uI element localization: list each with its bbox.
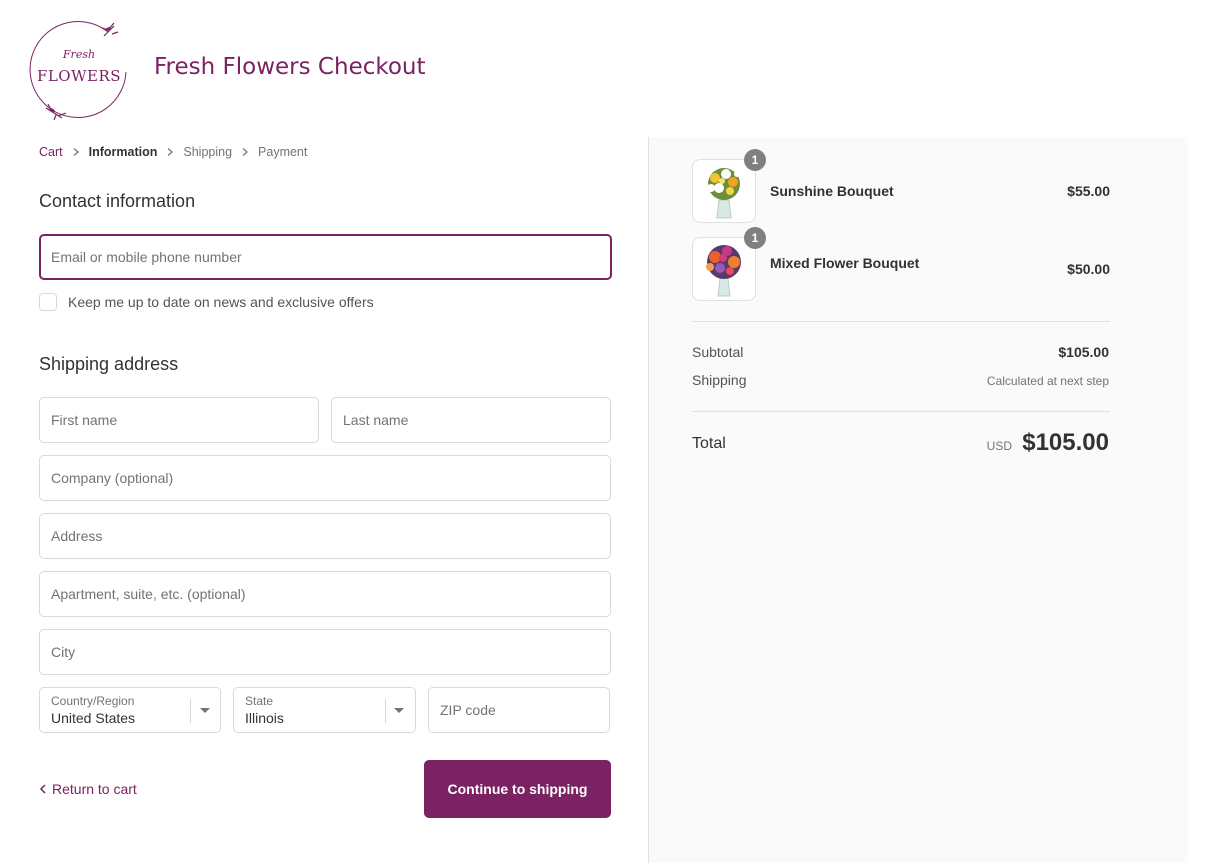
country-value: United States [51,710,136,726]
city-input[interactable] [51,630,610,674]
logo-top-text: Fresh [62,48,96,61]
breadcrumb-shipping: Shipping [183,145,233,159]
subtotal-value: $105.00 [1058,344,1109,360]
total-label: Total [692,435,726,452]
sunshine-bouquet-image [707,168,740,219]
first-name-input[interactable] [51,398,318,442]
state-value: Illinois [245,710,284,726]
breadcrumb-payment: Payment [258,145,308,159]
chevron-left-icon [39,784,46,794]
select-divider [385,699,386,723]
state-select[interactable]: State Illinois [233,687,416,733]
shipping-value: Calculated at next step [986,374,1109,388]
quantity-badge: 1 [744,149,766,171]
store-logo[interactable]: Fresh FLOWERS [28,20,132,124]
breadcrumb-cart[interactable]: Cart [39,145,63,159]
product-thumbnail: 1 [692,149,766,223]
contact-section-title: Contact information [39,191,196,211]
chevron-right-icon [166,148,174,156]
product-thumbnail: 1 [692,227,766,301]
newsletter-checkbox[interactable] [39,293,57,311]
first-name-field[interactable] [39,397,319,443]
summary-divider [692,321,1110,322]
return-to-cart-link[interactable]: Return to cart [39,781,137,797]
chevron-right-icon [72,148,80,156]
total-value: $105.00 [1022,429,1109,456]
breadcrumb-information: Information [88,145,158,159]
company-field[interactable] [39,455,611,501]
quantity-badge: 1 [744,227,766,249]
select-divider [190,699,191,723]
item-name: Sunshine Bouquet [770,183,894,199]
address-field[interactable] [39,513,611,559]
zip-field[interactable] [428,687,610,733]
chevron-down-icon [394,708,404,713]
country-label: Country/Region [51,694,135,708]
last-name-field[interactable] [331,397,611,443]
item-name: Mixed Flower Bouquet [770,255,920,271]
line-item: 1 Sunshine Bouquet $55.00 [692,149,1110,223]
summary-divider [692,411,1110,412]
newsletter-option[interactable]: Keep me up to date on news and exclusive… [39,293,374,311]
shipping-label: Shipping [692,372,747,388]
line-item: 1 Mixed Flower Bouquet $50.00 [692,227,1110,301]
currency-code: USD [986,439,1012,453]
city-field[interactable] [39,629,611,675]
state-label: State [245,694,274,708]
apartment-input[interactable] [51,572,610,616]
email-input[interactable] [51,236,610,278]
last-name-input[interactable] [343,398,610,442]
checkout-form: Cart Information Shipping Payment Contac… [39,138,612,818]
logo-bottom-text: FLOWERS [36,67,122,85]
header: Fresh FLOWERS Fresh Flowers Checkout [28,20,426,124]
email-field[interactable] [39,234,612,280]
continue-to-shipping-button[interactable]: Continue to shipping [424,760,611,818]
apartment-field[interactable] [39,571,611,617]
zip-input[interactable] [440,688,609,732]
item-price: $50.00 [1067,261,1110,277]
subtotal-label: Subtotal [692,344,744,360]
company-input[interactable] [51,456,610,500]
chevron-right-icon [241,148,249,156]
breadcrumb: Cart Information Shipping Payment [39,138,612,166]
mixed-flower-bouquet-image [706,245,741,297]
return-to-cart-label: Return to cart [52,781,137,797]
chevron-down-icon [200,708,210,713]
address-input[interactable] [51,514,610,558]
newsletter-label: Keep me up to date on news and exclusive… [68,294,374,310]
shipping-section-title: Shipping address [39,354,179,374]
country-select[interactable]: Country/Region United States [39,687,221,733]
store-title: Fresh Flowers Checkout [154,54,426,80]
item-price: $55.00 [1067,183,1110,199]
order-summary: 1 Sunshine Bouquet $55.00 1 Mixed Flower… [648,137,1188,863]
